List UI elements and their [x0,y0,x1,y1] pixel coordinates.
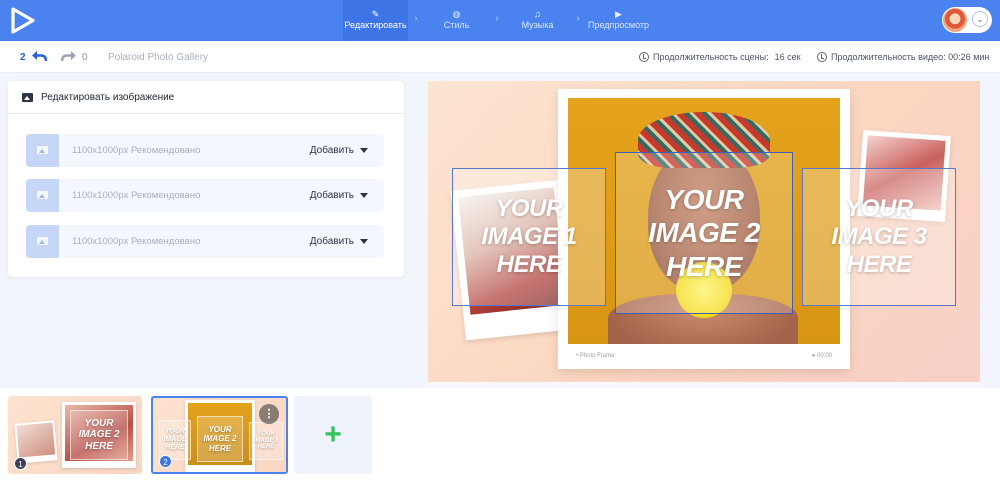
step-preview[interactable]: ▶ Предпросмотр [586,0,651,41]
frame-caption: • Photo Frame ● 00:00 [568,351,840,363]
thumb-placeholder-left: YOUR IMAGE HERE [159,420,191,460]
caret-down-icon [360,239,368,244]
image-size-hint: 1100x1000px Рекомендовано [72,236,201,247]
step-edit-label: Редактировать [344,20,407,30]
image-placeholder-icon [26,134,59,167]
image-slot-2[interactable]: 1100x1000px Рекомендовано Добавить [26,179,384,212]
image-size-hint: 1100x1000px Рекомендовано [72,145,201,156]
placeholder-line: IMAGE 2 [203,434,237,444]
placeholder-line: IMAGE 3 [831,222,927,250]
scene-preview: • Photo Frame ● 00:00 YOUR IMAGE 1 HERE … [428,81,980,387]
thumb-placeholder: YOUR IMAGE 2 HERE [70,410,128,460]
app-logo-icon[interactable] [10,7,36,34]
image-placeholder-icon [26,225,59,258]
placeholder-line: IMAGE 2 [648,217,760,249]
avatar [943,8,967,32]
step-preview-label: Предпросмотр [587,20,650,30]
image-placeholder-icon [26,179,59,212]
video-duration: Продолжительность видео: 00:26 мин [817,52,989,62]
step-music-label: Музыка [521,20,554,30]
placeholder-line: YOUR [208,425,232,435]
step-style-label: Стиль [443,20,470,30]
user-menu[interactable]: ⌄ [942,7,992,33]
step-separator: › [414,13,418,24]
step-edit[interactable]: ✎ Редактировать [343,0,408,41]
add-image-button[interactable]: Добавить [310,236,368,247]
play-icon: ▶ [615,9,622,19]
editor-toolbar: 2 0 Polaroid Photo Gallery Продолжительн… [0,41,1000,73]
frame-caption-label: Photo Frame [579,353,615,359]
placeholder-line: HERE [496,251,562,279]
caret-down-icon [360,148,368,153]
image-placeholder-1[interactable]: YOUR IMAGE 1 HERE [452,168,606,306]
palette-icon: ◍ [452,9,461,19]
panel-title: Редактировать изображение [41,91,175,103]
step-style[interactable]: ◍ Стиль [424,0,489,41]
image-placeholder-2[interactable]: YOUR IMAGE 2 HERE [615,152,793,314]
add-image-label: Добавить [309,190,354,201]
scene-duration-label: Продолжительность сцены: [653,52,769,62]
placeholder-line: YOUR [845,194,913,222]
clock-icon [817,52,827,62]
image-slot-3[interactable]: 1100x1000px Рекомендовано Добавить [26,225,384,258]
add-image-button[interactable]: Добавить [310,190,368,201]
placeholder-line: HERE [208,443,232,453]
chevron-down-icon: ⌄ [972,11,988,27]
step-separator: › [576,13,580,24]
clock-icon [639,52,649,62]
scene-duration: Продолжительность сцены: 16 сек [639,52,801,62]
undo-icon[interactable] [31,49,47,63]
image-slot-1[interactable]: 1100x1000px Рекомендовано Добавить [26,134,384,167]
scene-number-badge: 1 [14,457,27,470]
frame-caption-text: • Photo Frame [576,353,615,359]
top-navigation-bar: ✎ Редактировать › ◍ Стиль › ♫ Музыка › ▶… [0,0,1000,41]
placeholder-line: HERE [666,250,742,282]
more-options-icon[interactable]: ⋮ [259,404,279,424]
placeholder-line: HERE [85,440,113,452]
pencil-icon: ✎ [371,9,380,19]
scene-thumbnail-1[interactable]: YOUR IMAGE 2 HERE 1 [8,396,142,474]
plus-icon: + [324,418,342,451]
project-name[interactable]: Polaroid Photo Gallery [108,52,208,63]
thumb-placeholder-right: YOUR IMAGE 3 HERE [249,422,283,460]
frame-caption-time: ● 00:00 [811,353,832,359]
image-icon [22,92,33,102]
placeholder-line: IMAGE 2 [78,429,120,441]
placeholder-line: IMAGE 1 [481,222,577,250]
wizard-steps: ✎ Редактировать › ◍ Стиль › ♫ Музыка › ▶… [343,0,651,41]
image-placeholder-3[interactable]: YOUR IMAGE 3 HERE [802,168,956,306]
add-image-label: Добавить [309,145,354,156]
add-scene-button[interactable]: + [294,396,372,474]
step-music[interactable]: ♫ Музыка [505,0,570,41]
step-separator: › [495,13,499,24]
edit-image-panel: Редактировать изображение 1100x1000px Ре… [8,81,404,277]
thumb-placeholder: YOUR IMAGE 2 HERE [197,416,243,462]
add-image-button[interactable]: Добавить [310,145,368,156]
redo-count: 0 [82,52,88,63]
thumb-photo-small [16,422,56,458]
placeholder-line: HERE [846,251,912,279]
undo-count: 2 [20,52,26,63]
scene-timeline: YOUR IMAGE 2 HERE 1 YOUR IMAGE HERE YOUR I… [0,388,1000,484]
scene-duration-value[interactable]: 16 сек [775,52,801,62]
frame-caption-time-value: 00:00 [816,353,832,359]
placeholder-line: YOUR [495,194,563,222]
image-size-hint: 1100x1000px Рекомендовано [72,190,201,201]
add-image-label: Добавить [309,236,354,247]
redo-icon[interactable] [61,49,77,63]
scene-thumbnail-2[interactable]: YOUR IMAGE HERE YOUR IMAGE 2 HERE YOUR IMAG… [151,396,288,474]
caret-down-icon [360,193,368,198]
scene-number-badge: 2 [159,455,172,468]
preview-bottom-bar [428,382,980,387]
video-duration-label: Продолжительность видео: 00:26 мин [831,52,990,62]
panel-header: Редактировать изображение [8,81,404,114]
music-note-icon: ♫ [534,9,541,19]
placeholder-line: YOUR [664,184,744,216]
placeholder-line: YOUR [84,417,114,429]
